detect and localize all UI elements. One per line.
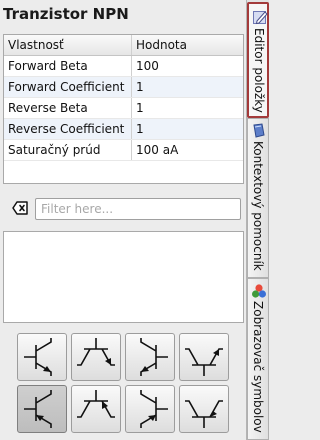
tab-label: Zobrazovač symbolov bbox=[251, 301, 265, 433]
table-header: Vlastnosť Hodnota bbox=[4, 35, 243, 56]
symbol-button-4[interactable] bbox=[179, 333, 229, 381]
npn-transistor-symbol-icon bbox=[185, 400, 223, 428]
property-name: Reverse Coefficient bbox=[4, 119, 132, 139]
item-editor-panel: Tranzistor NPN Vlastnosť Hodnota Forward… bbox=[0, 0, 246, 440]
property-value[interactable]: 1 bbox=[132, 98, 243, 118]
properties-table: Vlastnosť Hodnota Forward Beta 100 Forwa… bbox=[3, 34, 244, 184]
tab-context-help[interactable]: Kontextový pomocník bbox=[247, 118, 269, 278]
filter-clear-icon[interactable] bbox=[12, 201, 28, 215]
tab-label: Kontextový pomocník bbox=[251, 141, 265, 271]
npn-transistor-symbol-icon bbox=[77, 338, 115, 366]
dock-tab-bar: Editor položky Kontextový pomocník Zobra… bbox=[246, 0, 269, 440]
symbol-button-6[interactable] bbox=[71, 385, 121, 433]
npn-transistor-symbol-icon bbox=[140, 390, 168, 428]
property-name: Forward Beta bbox=[4, 56, 132, 76]
property-value[interactable]: 1 bbox=[132, 77, 243, 97]
book-icon bbox=[253, 123, 265, 138]
library-list[interactable] bbox=[3, 231, 244, 323]
table-row[interactable]: Forward Beta 100 bbox=[4, 56, 243, 77]
symbol-button-7[interactable] bbox=[125, 385, 175, 433]
property-value[interactable]: 100 aA bbox=[132, 140, 243, 160]
npn-transistor-symbol-icon bbox=[185, 348, 223, 376]
table-row[interactable]: Saturačný prúd 100 aA bbox=[4, 140, 243, 161]
tab-symbol-viewer[interactable]: Zobrazovač symbolov bbox=[247, 278, 269, 440]
table-row[interactable]: Reverse Coefficient 1 bbox=[4, 119, 243, 140]
property-value[interactable]: 1 bbox=[132, 119, 243, 139]
property-name: Forward Coefficient bbox=[4, 77, 132, 97]
table-row[interactable]: Forward Coefficient 1 bbox=[4, 77, 243, 98]
filter-input[interactable] bbox=[35, 198, 241, 220]
npn-transistor-symbol-icon bbox=[77, 390, 115, 418]
property-name: Saturačný prúd bbox=[4, 140, 132, 160]
tab-label: Editor položky bbox=[252, 28, 266, 113]
column-header-property[interactable]: Vlastnosť bbox=[4, 35, 132, 55]
property-value[interactable]: 100 bbox=[132, 56, 243, 76]
column-header-value[interactable]: Hodnota bbox=[132, 35, 243, 55]
table-row[interactable]: Reverse Beta 1 bbox=[4, 98, 243, 119]
npn-transistor-symbol-icon bbox=[140, 338, 168, 376]
npn-transistor-symbol-icon bbox=[24, 390, 52, 428]
symbol-button-3[interactable] bbox=[125, 333, 175, 381]
property-name: Reverse Beta bbox=[4, 98, 132, 118]
npn-transistor-symbol-icon bbox=[24, 338, 52, 376]
shapes-icon bbox=[252, 284, 266, 298]
tab-item-editor[interactable]: Editor položky bbox=[247, 2, 269, 118]
symbol-button-1[interactable] bbox=[17, 333, 67, 381]
edit-icon bbox=[253, 11, 268, 25]
symbol-button-8[interactable] bbox=[179, 385, 229, 433]
panel-title: Tranzistor NPN bbox=[3, 5, 129, 23]
symbol-button-5[interactable] bbox=[17, 385, 67, 433]
symbol-button-2[interactable] bbox=[71, 333, 121, 381]
